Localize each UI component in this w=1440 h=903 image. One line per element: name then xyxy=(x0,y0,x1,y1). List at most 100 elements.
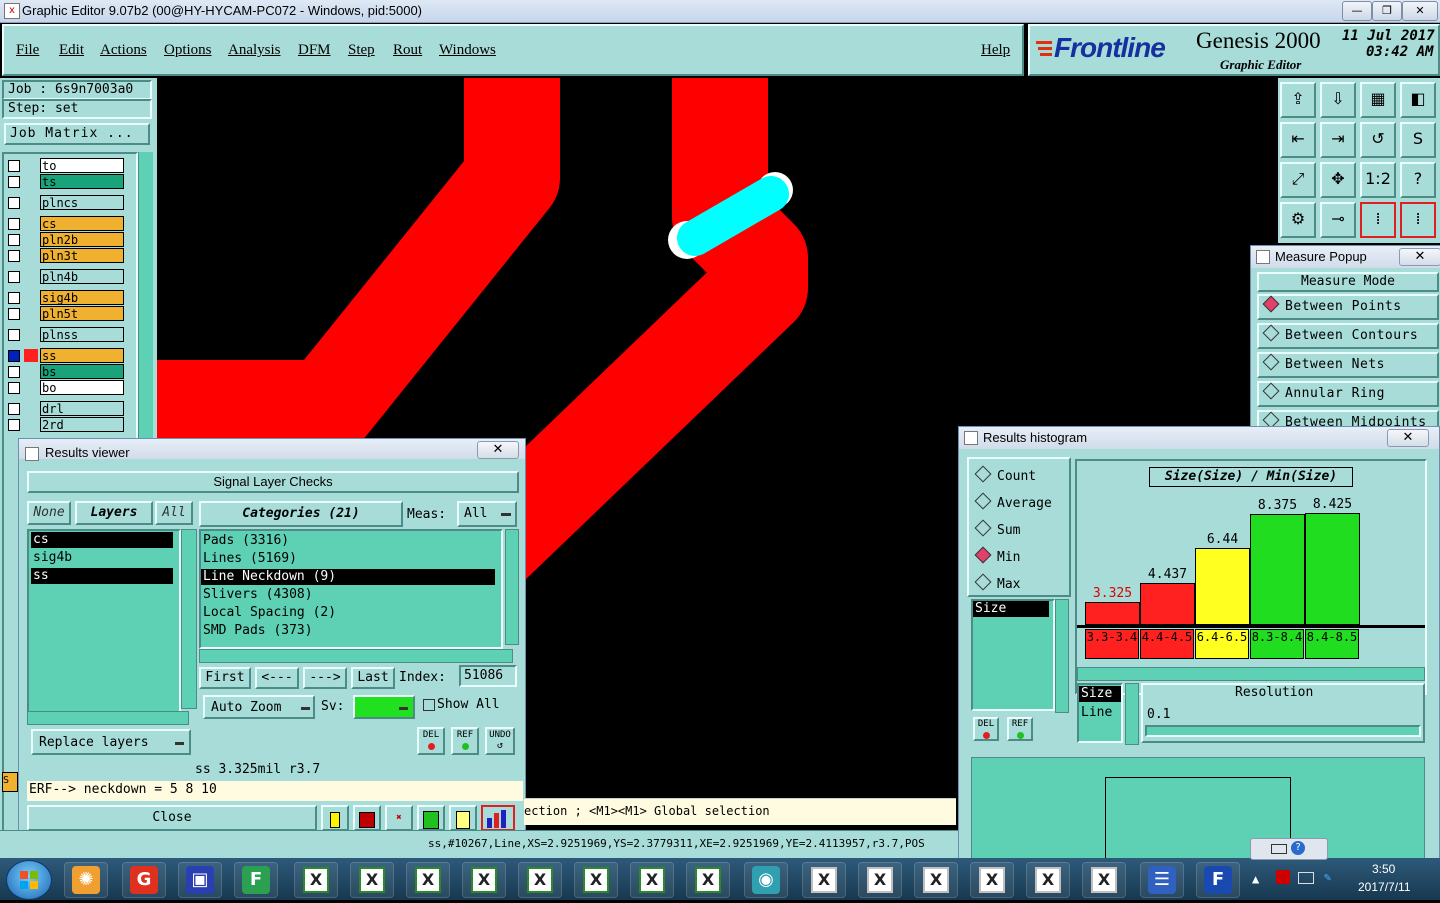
stat-option[interactable]: Min xyxy=(974,546,1020,568)
layer-name[interactable]: pln5t xyxy=(40,306,124,321)
tray-clock-date[interactable]: 2017/7/11 xyxy=(1358,880,1411,894)
excel-3-icon[interactable]: X xyxy=(406,862,450,898)
layer-checkbox[interactable] xyxy=(8,382,20,394)
histogram-bar[interactable] xyxy=(1250,514,1305,625)
menu-help[interactable]: Help xyxy=(981,42,1010,59)
resolution-slider[interactable] xyxy=(1145,725,1421,737)
histogram-bar[interactable] xyxy=(1195,548,1250,625)
editor-2-icon[interactable]: X xyxy=(858,862,902,898)
layer-row-2rd[interactable]: 2rd xyxy=(6,417,124,433)
hist-ref-button[interactable]: REF xyxy=(1007,717,1033,741)
layer-row-to[interactable]: to xyxy=(6,158,124,174)
layer-name[interactable]: ss xyxy=(40,348,124,363)
layer-result-item[interactable]: cs xyxy=(31,532,173,548)
histogram-bar[interactable] xyxy=(1305,513,1360,625)
layer-list-scrollbar[interactable] xyxy=(181,529,197,709)
meas-dropdown[interactable]: All xyxy=(457,501,517,527)
next-button[interactable]: ---> xyxy=(303,667,347,689)
category-item[interactable]: Slivers (4308) xyxy=(201,587,495,603)
del-button[interactable]: DEL xyxy=(417,727,445,755)
layer-name[interactable]: bo xyxy=(40,380,124,395)
field-scrollbar[interactable] xyxy=(1055,599,1069,713)
measure-option[interactable]: Between Nets xyxy=(1257,352,1439,378)
menu-windows[interactable]: Windows xyxy=(439,42,496,59)
tray-network-icon[interactable] xyxy=(1276,870,1290,884)
tray-clock-time[interactable]: 3:50 xyxy=(1372,862,1395,876)
histogram-bar[interactable] xyxy=(1085,602,1140,625)
tool-icon-2[interactable] xyxy=(353,805,381,831)
layer-result-item[interactable]: sig4b xyxy=(31,550,173,566)
close-button[interactable]: Close xyxy=(27,805,317,831)
measure-option[interactable]: Between Contours xyxy=(1257,323,1439,349)
tool-icon-3[interactable]: ✖ xyxy=(385,805,413,831)
layer-checkbox[interactable] xyxy=(8,419,20,431)
excel-5-icon[interactable]: X xyxy=(518,862,562,898)
layer-row-pln4b[interactable]: pln4b xyxy=(6,269,124,285)
layer-list-hscroll[interactable] xyxy=(27,711,189,725)
sv-color-dropdown[interactable] xyxy=(353,695,415,719)
category-item[interactable]: Line Neckdown (9) xyxy=(201,569,495,585)
layer-checkbox[interactable] xyxy=(8,292,20,304)
category-item[interactable]: SMD Pads (373) xyxy=(201,623,495,639)
maximize-button[interactable]: ❐ xyxy=(1372,1,1402,21)
layer-checkbox[interactable] xyxy=(8,218,20,230)
layer-name[interactable]: cs xyxy=(40,216,124,231)
layer-name[interactable]: to xyxy=(40,158,124,173)
layer-row-pln2b[interactable]: pln2b xyxy=(6,232,124,248)
category-item[interactable]: Local Spacing (2) xyxy=(201,605,495,621)
app-f-icon[interactable]: F xyxy=(234,862,278,898)
category-hscroll[interactable] xyxy=(199,649,513,663)
layers-button[interactable]: Layers xyxy=(75,501,153,525)
histogram-bar[interactable] xyxy=(1140,583,1195,625)
measure-option[interactable]: Between Points xyxy=(1257,294,1439,320)
layer-name[interactable]: 2rd xyxy=(40,417,124,432)
layer-checkbox[interactable] xyxy=(8,197,20,209)
hist-del-button[interactable]: DEL xyxy=(973,717,999,741)
editor-1-icon[interactable]: X xyxy=(802,862,846,898)
layer-checkbox[interactable] xyxy=(8,234,20,246)
layer-row-plnss[interactable]: plnss xyxy=(6,327,124,343)
job-matrix-button[interactable]: Job Matrix ... xyxy=(4,123,150,145)
layer-row-bs[interactable]: bs xyxy=(6,364,124,380)
layer-row-cs[interactable]: cs xyxy=(6,216,124,232)
eye-app-icon[interactable]: ◉ xyxy=(744,862,788,898)
layer-checkbox[interactable] xyxy=(8,308,20,320)
stat-option[interactable]: Count xyxy=(974,465,1036,487)
redraw-icon[interactable]: S xyxy=(1400,122,1436,158)
tool-icon-5[interactable] xyxy=(449,805,477,831)
categories-button[interactable]: Categories (21) xyxy=(199,501,403,527)
layer-checkbox[interactable] xyxy=(8,271,20,283)
histogram-button[interactable] xyxy=(481,805,515,831)
app-g-icon[interactable]: G xyxy=(122,862,166,898)
auto-zoom-dropdown[interactable]: Auto Zoom xyxy=(203,695,315,719)
undo-button[interactable]: UNDO ↺ xyxy=(485,727,515,755)
histogram-hscroll[interactable] xyxy=(1077,667,1425,681)
layer-name[interactable]: sig4b xyxy=(40,290,124,305)
last-button[interactable]: Last xyxy=(351,667,395,689)
menu-step[interactable]: Step xyxy=(348,42,375,59)
ref-button[interactable]: REF xyxy=(451,727,479,755)
stat-option[interactable]: Sum xyxy=(974,519,1020,541)
net-icon[interactable]: ⁞ xyxy=(1360,202,1396,238)
frame-icon[interactable]: ◧ xyxy=(1400,82,1436,118)
layer-row-drl[interactable]: drl xyxy=(6,401,124,417)
pan-right-icon[interactable]: ⇥ xyxy=(1320,122,1356,158)
probe-icon[interactable]: ⊸ xyxy=(1320,202,1356,238)
frontline-task-icon[interactable]: F xyxy=(1196,862,1240,898)
notepad-icon[interactable]: ☰ xyxy=(1140,862,1184,898)
tray-arrow-icon[interactable]: ▲ xyxy=(1252,872,1259,886)
layer-row-ss[interactable]: ss xyxy=(6,348,124,364)
layer-name[interactable]: plnss xyxy=(40,327,124,342)
layer-checkbox[interactable] xyxy=(8,176,20,188)
help-query-icon[interactable]: ? xyxy=(1400,162,1436,198)
layer-row-bo[interactable]: bo xyxy=(6,380,124,396)
layer-name[interactable]: plncs xyxy=(40,195,124,210)
save-icon[interactable]: ▣ xyxy=(178,862,222,898)
layer-name[interactable]: pln2b xyxy=(40,232,124,247)
measure-close-button[interactable]: ✕ xyxy=(1399,248,1440,266)
excel-2-icon[interactable]: X xyxy=(350,862,394,898)
zoom-in-icon[interactable]: ⇩ xyxy=(1320,82,1356,118)
layer-checkbox[interactable] xyxy=(8,403,20,415)
minimize-button[interactable]: — xyxy=(1342,1,1372,21)
prev-button[interactable]: <--- xyxy=(255,667,299,689)
